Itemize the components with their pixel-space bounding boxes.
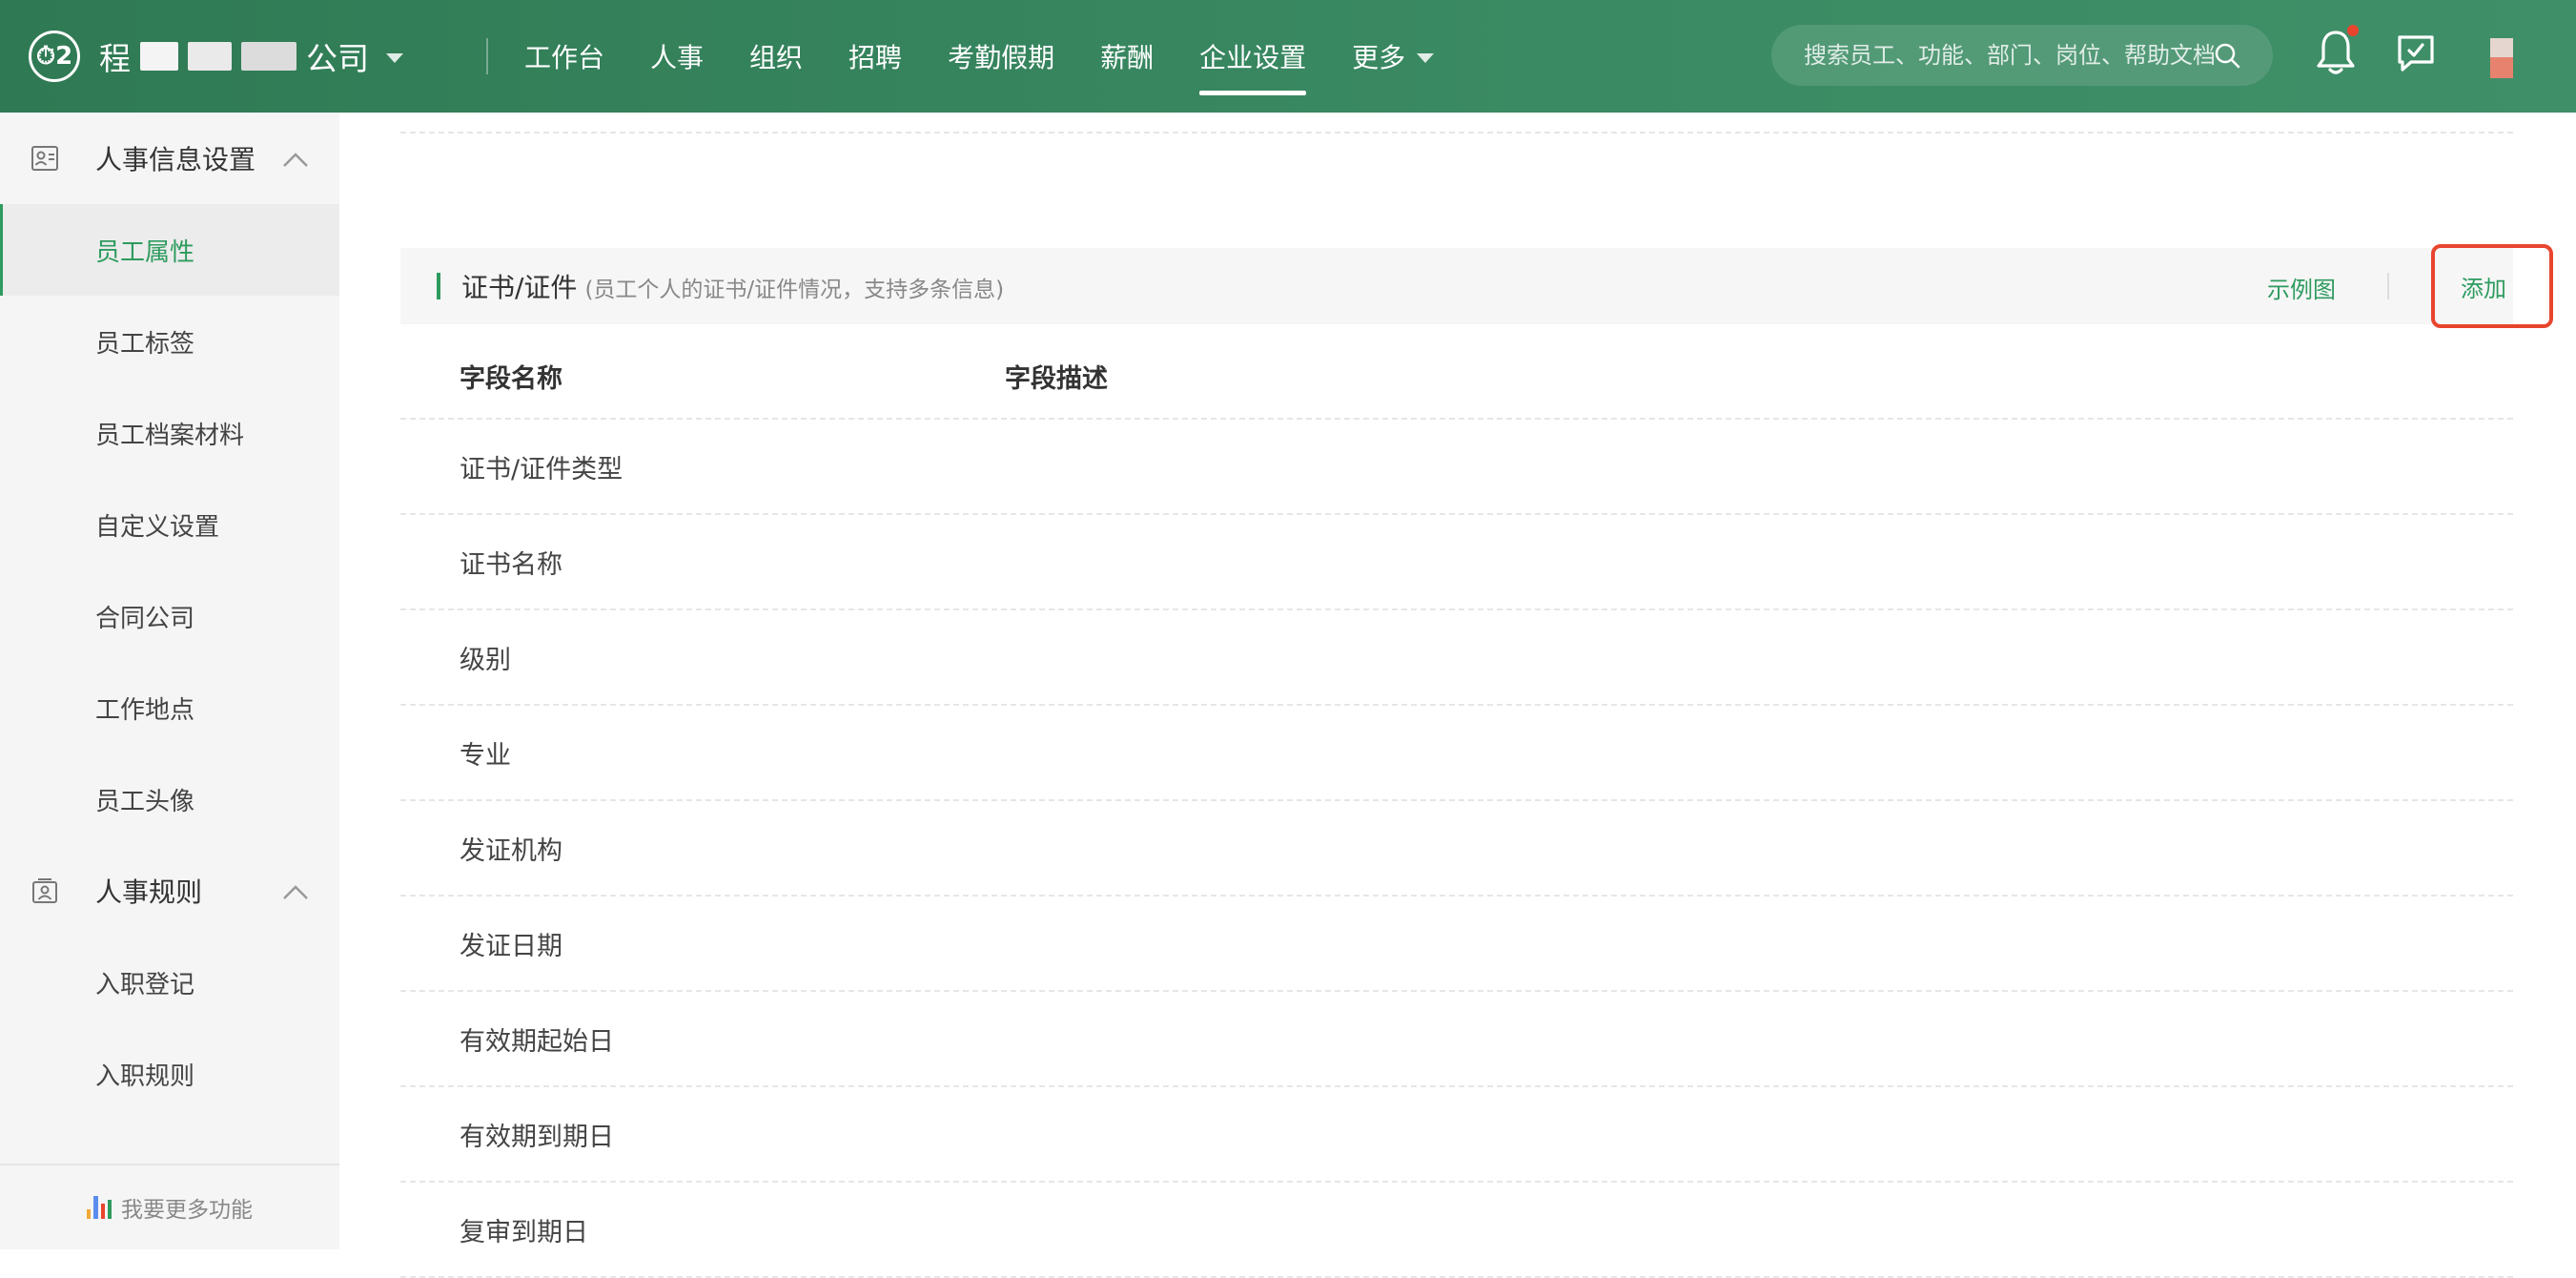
message-check-icon [2398, 35, 2434, 72]
field-name-cell: 证书/证件类型 [460, 454, 624, 484]
field-name-cell: 有效期起始日 [460, 1026, 614, 1057]
main-nav: 工作台 人事 组织 招聘 考勤假期 薪酬 企业设置 更多 [524, 0, 1480, 113]
redacted-block [241, 42, 296, 71]
section-subtitle: (员工个人的证书/证件情况，支持多条信息) [584, 278, 1005, 302]
divider [400, 132, 2513, 134]
table-header: 字段名称 字段描述 [400, 334, 2513, 420]
table-row: 专业 [400, 706, 2513, 801]
table-row: 证书/证件类型 [400, 420, 2513, 515]
sidebar-group-hr-rules[interactable]: 人事规则 [0, 845, 339, 937]
chevron-down-icon [1417, 53, 1435, 63]
chevron-down-icon [386, 53, 403, 63]
table-row: 级别 [400, 610, 2513, 706]
nav-item-organization[interactable]: 组织 [749, 0, 803, 113]
nav-item-company-settings[interactable]: 企业设置 [1199, 0, 1307, 113]
sidebar-item-onboarding-rules[interactable]: 入职规则 [0, 1028, 339, 1120]
section-accent-bar [437, 273, 440, 299]
top-navigation-bar: ⏱2 程 公司 工作台 人事 组织 招聘 考勤假期 薪酬 企业设置 更多 [0, 0, 2576, 113]
field-name-cell: 发证日期 [460, 931, 562, 961]
nav-item-attendance[interactable]: 考勤假期 [948, 0, 1054, 113]
divider [2387, 273, 2389, 299]
divider [486, 38, 488, 74]
notification-bell[interactable] [2315, 23, 2361, 76]
main-content: 证书/证件 (员工个人的证书/证件情况，支持多条信息) 示例图 添加 字段名称 字… [339, 113, 2576, 1278]
field-name-cell: 有效期到期日 [460, 1122, 614, 1152]
sidebar-item-custom-settings[interactable]: 自定义设置 [0, 479, 339, 570]
person-badge-icon [32, 878, 57, 903]
company-name-prefix: 程 [99, 40, 131, 77]
chevron-up-icon [283, 153, 308, 167]
nav-item-payroll[interactable]: 薪酬 [1100, 0, 1154, 113]
certificate-section-header: 证书/证件 (员工个人的证书/证件情况，支持多条信息) 示例图 添加 [400, 244, 2553, 328]
table-row: 有效期到期日 [400, 1087, 2513, 1183]
company-switcher[interactable]: 程 公司 [99, 31, 403, 82]
search-input[interactable] [1804, 42, 2214, 69]
sidebar-item-employee-tags[interactable]: 员工标签 [0, 296, 339, 387]
table-row: 证书名称 [400, 515, 2513, 610]
sidebar: 人事信息设置 员工属性 员工标签 员工档案材料 自定义设置 合同公司 工作地点 … [0, 113, 339, 1249]
example-image-link[interactable]: 示例图 [2267, 271, 2336, 304]
nav-item-recruitment[interactable]: 招聘 [848, 0, 902, 113]
logo[interactable]: ⏱2 [29, 31, 80, 82]
field-name-cell: 证书名称 [460, 549, 562, 580]
field-name-cell: 发证机构 [460, 835, 562, 866]
feedback-button[interactable] [2395, 32, 2437, 74]
sidebar-item-contract-company[interactable]: 合同公司 [0, 570, 339, 662]
sidebar-item-employee-attributes[interactable]: 员工属性 [0, 204, 339, 296]
logo-text: ⏱2 [35, 41, 73, 71]
sidebar-group-label: 人事信息设置 [95, 144, 256, 175]
notification-dot [2345, 23, 2361, 38]
column-header-field-description: 字段描述 [1005, 363, 1108, 394]
nav-item-more[interactable]: 更多 [1352, 0, 1435, 113]
redacted-block [140, 42, 178, 71]
add-button[interactable]: 添加 [2431, 244, 2553, 328]
sidebar-item-work-location[interactable]: 工作地点 [0, 662, 339, 753]
sidebar-group-hr-info-settings[interactable]: 人事信息设置 [0, 113, 339, 204]
table-row: 发证机构 [400, 801, 2513, 897]
more-features-link[interactable]: 我要更多功能 [0, 1164, 339, 1249]
field-name-cell: 专业 [460, 740, 511, 771]
nav-item-hr[interactable]: 人事 [650, 0, 704, 113]
sidebar-item-employee-avatar[interactable]: 员工头像 [0, 753, 339, 845]
table-row: 有效期起始日 [400, 992, 2513, 1087]
nav-item-workbench[interactable]: 工作台 [524, 0, 604, 113]
field-name-cell: 复审到期日 [460, 1217, 588, 1247]
sidebar-group-label: 人事规则 [95, 876, 203, 908]
redacted-block [188, 42, 232, 71]
chevron-up-icon [283, 885, 308, 899]
sidebar-item-employee-files[interactable]: 员工档案材料 [0, 387, 339, 479]
column-header-field-name: 字段名称 [460, 363, 562, 394]
field-table: 字段名称 字段描述 证书/证件类型 证书名称 级别 专业 发证机构 发证日期 有… [400, 334, 2513, 1278]
global-search [1771, 25, 2273, 86]
more-features-label: 我要更多功能 [121, 1198, 253, 1223]
user-avatar[interactable] [2490, 38, 2513, 78]
table-row: 发证日期 [400, 897, 2513, 992]
section-title: 证书/证件 (员工个人的证书/证件情况，支持多条信息) [461, 272, 1005, 303]
table-row: 复审到期日 [400, 1183, 2513, 1278]
company-name-suffix: 公司 [306, 40, 369, 77]
sidebar-item-onboarding-registration[interactable]: 入职登记 [0, 937, 339, 1028]
id-card-icon [31, 146, 58, 171]
field-name-cell: 级别 [460, 645, 511, 675]
bar-chart-icon [87, 1196, 112, 1219]
search-icon[interactable] [2214, 42, 2240, 69]
